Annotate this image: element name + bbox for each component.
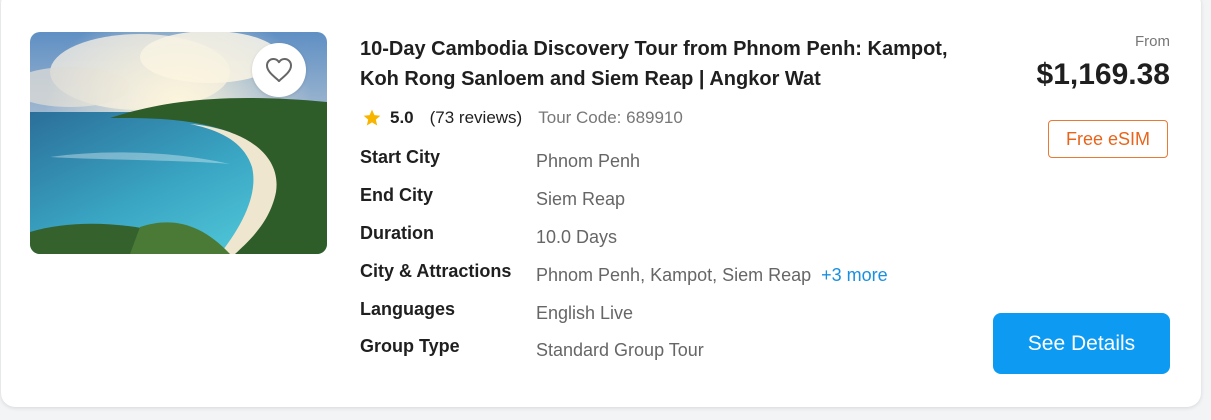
favorite-button[interactable]: [252, 43, 306, 97]
from-label: From: [1135, 33, 1170, 50]
rating-row: 5.0 (73 reviews) Tour Code: 689910: [362, 107, 683, 129]
detail-value: Phnom Penh, Kampot, Siem Reap: [536, 265, 812, 285]
detail-label: End City: [360, 185, 434, 205]
tour-title[interactable]: 10-Day Cambodia Discovery Tour from Phno…: [360, 34, 960, 94]
see-details-button[interactable]: See Details: [993, 313, 1170, 374]
heart-outline-icon: [266, 58, 292, 82]
detail-label: Duration: [360, 223, 434, 243]
detail-value: Phnom Penh: [536, 151, 641, 171]
price: $1,169.38: [1036, 58, 1170, 91]
detail-value: English Live: [536, 303, 634, 323]
review-count[interactable]: (73 reviews): [430, 108, 523, 128]
rating-score: 5.0: [390, 108, 414, 127]
detail-label: Languages: [360, 299, 456, 319]
tour-card: 10-Day Cambodia Discovery Tour from Phno…: [1, 0, 1201, 407]
detail-label: Start City: [360, 147, 441, 167]
detail-value-wrapper: Phnom Penh, Kampot, Siem Reap +3 more: [536, 265, 888, 286]
detail-value: Standard Group Tour: [536, 340, 704, 360]
detail-value: Siem Reap: [536, 189, 626, 209]
detail-label: Group Type: [360, 336, 460, 356]
free-esim-badge: Free eSIM: [1048, 120, 1168, 158]
star-icon: [363, 109, 381, 126]
detail-value: 10.0 Days: [536, 227, 618, 247]
detail-label: City & Attractions: [360, 261, 512, 281]
more-attractions-link[interactable]: +3 more: [821, 265, 888, 285]
tour-code: Tour Code: 689910: [538, 108, 683, 127]
